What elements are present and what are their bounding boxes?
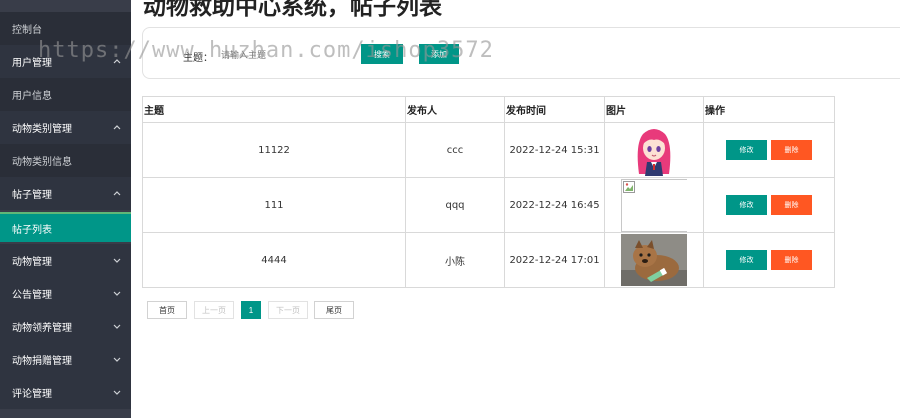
chevron-down-icon [112, 288, 122, 298]
chevron-up-icon [112, 56, 122, 66]
edit-button[interactable]: 修改 [726, 195, 767, 215]
delete-button[interactable]: 删除 [771, 195, 812, 215]
page-1-button[interactable]: 1 [241, 301, 261, 319]
delete-button[interactable]: 删除 [771, 250, 812, 270]
cell-author: ccc [405, 122, 505, 178]
sidebar-group-comments[interactable]: 评论管理 [0, 376, 131, 409]
table-row: 4444 小陈 2022-12-24 17:01 修改 删除 [142, 232, 835, 288]
sidebar-item-label: 帖子管理 [12, 190, 52, 201]
sidebar-item-dashboard[interactable]: 控制台 [0, 12, 131, 45]
sidebar-item-label: 用户信息 [12, 91, 52, 102]
next-page-button[interactable]: 下一页 [268, 301, 308, 319]
sidebar-item-label: 公告管理 [12, 290, 52, 301]
broken-image-icon [621, 178, 687, 232]
cell-author: qqq [405, 177, 505, 233]
app-window: 控制台 用户管理 用户信息 动物类别管理 动物类别信息 帖子管理 帖子列表 动物… [0, 0, 900, 418]
sidebar-item-label: 动物领养管理 [12, 323, 72, 334]
header-subject: 主题 [142, 96, 406, 123]
cell-subject: 4444 [142, 232, 406, 288]
sidebar-item-label: 帖子列表 [12, 224, 52, 236]
cell-time: 2022-12-24 17:01 [504, 232, 605, 288]
edit-button[interactable]: 修改 [726, 140, 767, 160]
header-image: 图片 [604, 96, 704, 123]
edit-button[interactable]: 修改 [726, 250, 767, 270]
last-page-button[interactable]: 尾页 [314, 301, 354, 319]
sidebar-item-label: 控制台 [12, 25, 42, 36]
search-label: 主题： [183, 53, 213, 64]
table-row: 11122 ccc 2022-12-24 15:31 修改 删除 [142, 122, 835, 178]
cell-subject: 111 [142, 177, 406, 233]
cell-subject: 11122 [142, 122, 406, 178]
chevron-down-icon [112, 321, 122, 331]
sidebar-item-label: 动物类别信息 [12, 157, 72, 168]
search-input[interactable] [221, 44, 321, 66]
sidebar-group-notices[interactable]: 公告管理 [0, 277, 131, 310]
sidebar-item-label: 动物管理 [12, 257, 52, 268]
anime-girl-thumbnail [621, 124, 687, 176]
search-panel: 主题： 搜索 添加 [142, 27, 900, 79]
cell-time: 2022-12-24 16:45 [504, 177, 605, 233]
sidebar-item-animal-category-info[interactable]: 动物类别信息 [0, 144, 131, 177]
sidebar-group-animal-category[interactable]: 动物类别管理 [0, 111, 131, 144]
chevron-up-icon [112, 188, 122, 198]
first-page-button[interactable]: 首页 [147, 301, 187, 319]
post-table: 主题 发布人 发布时间 图片 操作 11122 ccc 2022-12-24 1… [142, 96, 835, 288]
search-button[interactable]: 搜索 [361, 44, 403, 64]
cell-image [604, 122, 704, 178]
sidebar-item-post-list[interactable]: 帖子列表 [0, 214, 131, 242]
delete-button[interactable]: 删除 [771, 140, 812, 160]
sidebar-group-adoption[interactable]: 动物领养管理 [0, 310, 131, 343]
puppy-photo-thumbnail [621, 234, 687, 286]
header-time: 发布时间 [504, 96, 605, 123]
sidebar-group-animals[interactable]: 动物管理 [0, 244, 131, 277]
sidebar-group-posts[interactable]: 帖子管理 [0, 177, 131, 210]
cell-image [604, 177, 704, 233]
sidebar-group-donation[interactable]: 动物捐赠管理 [0, 343, 131, 376]
cell-image [604, 232, 704, 288]
sidebar-item-label: 动物捐赠管理 [12, 356, 72, 367]
prev-page-button[interactable]: 上一页 [194, 301, 234, 319]
table-row: 111 qqq 2022-12-24 16:45 修改 删除 [142, 177, 835, 233]
sidebar-group-user[interactable]: 用户管理 [0, 45, 131, 78]
page-title: 动物救助中心系统，帖子列表 [143, 0, 442, 20]
chevron-down-icon [112, 387, 122, 397]
add-button[interactable]: 添加 [419, 44, 459, 64]
sidebar-item-label: 动物类别管理 [12, 124, 72, 135]
sidebar-item-label: 评论管理 [12, 389, 52, 400]
header-author: 发布人 [405, 96, 505, 123]
cell-time: 2022-12-24 15:31 [504, 122, 605, 178]
cell-author: 小陈 [405, 232, 505, 288]
cell-actions: 修改 删除 [703, 122, 835, 178]
sidebar-item-label: 用户管理 [12, 58, 52, 69]
chevron-up-icon [112, 122, 122, 132]
cell-actions: 修改 删除 [703, 232, 835, 288]
sidebar-item-user-info[interactable]: 用户信息 [0, 78, 131, 111]
header-actions: 操作 [703, 96, 835, 123]
chevron-down-icon [112, 255, 122, 265]
cell-actions: 修改 删除 [703, 177, 835, 233]
chevron-down-icon [112, 354, 122, 364]
table-header-row: 主题 发布人 发布时间 图片 操作 [142, 96, 835, 123]
sidebar: 控制台 用户管理 用户信息 动物类别管理 动物类别信息 帖子管理 帖子列表 动物… [0, 0, 131, 418]
